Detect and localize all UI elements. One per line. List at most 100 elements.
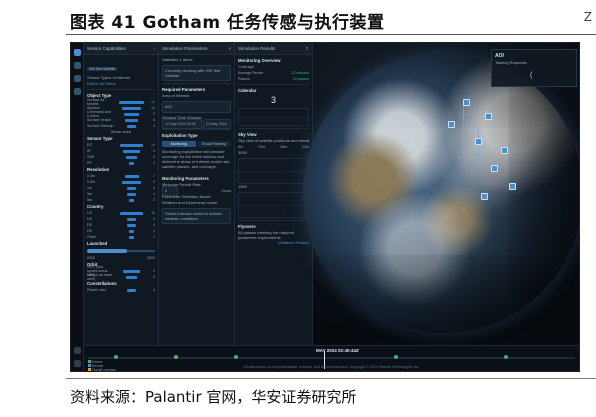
tasking-requests-label: Tasking Requests bbox=[495, 60, 527, 65]
calendar-chart bbox=[238, 108, 309, 126]
filter-row-count: 12 bbox=[151, 100, 155, 104]
timeline-event[interactable] bbox=[394, 355, 398, 359]
exploitation-description: Monitoring exploitation will simulate co… bbox=[162, 149, 231, 169]
satellite-marker[interactable] bbox=[481, 193, 488, 200]
tab-monitoring[interactable]: Monitoring bbox=[162, 141, 196, 147]
calendar-big-value: 3 bbox=[270, 95, 276, 105]
collapse-icon[interactable]: ‹ bbox=[154, 43, 156, 54]
filter-row-count: 3 bbox=[153, 229, 155, 233]
timeline-bar[interactable]: MAY 2024 02:45:44Z Passes Revisits Overa… bbox=[84, 345, 579, 371]
filter-row-bar bbox=[123, 269, 140, 273]
figure-source: 资料来源：Palantir 官网，华安证券研究所 bbox=[70, 388, 357, 406]
launched-from: 2000 bbox=[87, 256, 95, 260]
revisit-unit: Hours bbox=[221, 189, 231, 193]
filter-row-label: US bbox=[87, 211, 92, 215]
filter-row-bar bbox=[123, 112, 140, 116]
filter-row-count: 11 bbox=[151, 211, 155, 215]
filter-row-label: IR bbox=[87, 149, 91, 153]
filter-row-label: FR bbox=[87, 223, 92, 227]
aoi-card[interactable]: AOI Tasking Requests ( bbox=[491, 49, 577, 87]
launched-slider[interactable] bbox=[87, 249, 155, 253]
flyovers-note: All passes meeting the required paramete… bbox=[238, 230, 295, 240]
constellation-heading: Constellations bbox=[87, 281, 117, 286]
globe-map[interactable]: AOI Tasking Requests ( bbox=[303, 43, 579, 371]
window-from-input[interactable]: 12 May 2024 00:00 bbox=[162, 119, 202, 129]
satellite-marker[interactable] bbox=[485, 113, 492, 120]
timeline-event[interactable] bbox=[174, 355, 178, 359]
source-rule bbox=[66, 378, 596, 379]
filter-row[interactable]: Planet Labs 4 bbox=[87, 287, 155, 293]
timeline-event[interactable] bbox=[504, 355, 508, 359]
sensor-type-heading: Sensor Type bbox=[87, 136, 113, 141]
timeline-timestamp: MAY 2024 02:45:44Z bbox=[316, 348, 359, 353]
filter-row-bar bbox=[127, 223, 136, 227]
weather-description: Select forecast model to include weather… bbox=[165, 211, 222, 221]
sky-view-chart bbox=[238, 158, 309, 184]
satellite-marker[interactable] bbox=[509, 183, 516, 190]
filter-row-label: UK bbox=[87, 217, 92, 221]
filter-row-label: Command and Control bbox=[87, 110, 111, 118]
filter-row-count: 2 bbox=[153, 235, 155, 239]
filter-row-label: EO bbox=[87, 143, 93, 147]
search-chip[interactable]: GM Test Satellite bbox=[87, 67, 118, 71]
filter-row-label: Surface Warship bbox=[87, 124, 114, 128]
coverage-label: Coverage bbox=[238, 65, 254, 69]
unfiltered-passes-link[interactable]: Unfiltered Passes bbox=[238, 240, 309, 246]
panel-header: Sensor Capabilities ‹ bbox=[84, 43, 158, 55]
filter-row-count: 4 bbox=[152, 124, 155, 128]
satellite-marker[interactable] bbox=[491, 165, 498, 172]
user-icon[interactable] bbox=[74, 360, 81, 367]
satellite-icon[interactable] bbox=[73, 88, 81, 95]
filter-row-count: 9 bbox=[153, 180, 155, 184]
timeline-event[interactable] bbox=[114, 355, 118, 359]
figure-title: 图表 41 Gotham 任务传感与执行装置 bbox=[70, 13, 385, 33]
filter-row-bar bbox=[126, 217, 137, 221]
satellite-marker[interactable] bbox=[501, 147, 508, 154]
filter-row-bar bbox=[125, 155, 138, 159]
filter-row-label: SAR bbox=[87, 155, 95, 159]
home-icon[interactable] bbox=[73, 49, 81, 56]
satellite-marker[interactable] bbox=[448, 121, 455, 128]
resolution-list: 0.3m 7 0.5m 9 1m 5 3m 4 5m 2 bbox=[87, 173, 155, 203]
sensor-type-list: EO 14 IR 9 SAR 6 RF 3 bbox=[87, 142, 155, 166]
filter-row-bar bbox=[127, 288, 136, 292]
filter-icon[interactable] bbox=[73, 62, 81, 69]
filter-row-count: 3 bbox=[153, 161, 155, 165]
filter-row-count: 9 bbox=[152, 149, 155, 153]
passes-label: Passes bbox=[238, 77, 250, 81]
area-label: Area of Interest bbox=[162, 93, 190, 98]
filter-row-label: 3m bbox=[87, 192, 92, 196]
timeline-event[interactable] bbox=[234, 355, 238, 359]
panel-title: Simulation Parameters bbox=[162, 46, 208, 51]
tab-broad-planning[interactable]: Broad Planning bbox=[197, 141, 231, 147]
filter-row-bar bbox=[122, 180, 141, 184]
timeline-track[interactable] bbox=[88, 357, 575, 359]
satellites-count: Satellites 1 Items bbox=[162, 57, 193, 62]
avg-revisit-label: Average Revisit bbox=[238, 71, 264, 75]
satellite-marker[interactable] bbox=[475, 138, 482, 145]
close-icon[interactable]: × bbox=[228, 43, 231, 54]
earth-globe[interactable] bbox=[303, 53, 579, 333]
panel-header: Simulation Results ⇪ bbox=[235, 43, 312, 55]
area-input[interactable]: AOI bbox=[162, 101, 231, 113]
filter-row-count: 4 bbox=[152, 223, 155, 227]
filter-row-label: 1m bbox=[87, 186, 92, 190]
required-params-heading: Required Parameters bbox=[162, 87, 206, 92]
filter-row-label: Surface Air Models bbox=[87, 98, 105, 106]
copyright-footer: All data shown is a representative, noti… bbox=[243, 365, 420, 369]
filter-row-count: 14 bbox=[150, 143, 155, 147]
refine-filters-link[interactable]: Refine All Filters bbox=[87, 81, 155, 87]
filter-row-label: Planet Labs bbox=[87, 288, 106, 292]
panel-title: Sensor Capabilities bbox=[87, 46, 126, 51]
share-icon[interactable]: ⇪ bbox=[305, 43, 309, 54]
settings-icon[interactable] bbox=[74, 347, 81, 354]
window-to-input[interactable]: 24 May 2024 bbox=[203, 119, 231, 129]
filter-row-label: Other bbox=[87, 235, 96, 239]
orbit-list: SSO (Sun-synchronous orbit) 9 LEO (Low ear… bbox=[87, 265, 155, 281]
layers-icon[interactable] bbox=[73, 75, 81, 82]
title-rule bbox=[66, 34, 596, 35]
launched-to: 2024 bbox=[147, 256, 155, 260]
gotham-screenshot: Sensor Capabilities ‹ GM Test Satellite … bbox=[70, 42, 580, 372]
sky-view-note: Sky view of satellite positions and elev… bbox=[238, 138, 309, 143]
satellite-marker[interactable] bbox=[463, 99, 470, 106]
